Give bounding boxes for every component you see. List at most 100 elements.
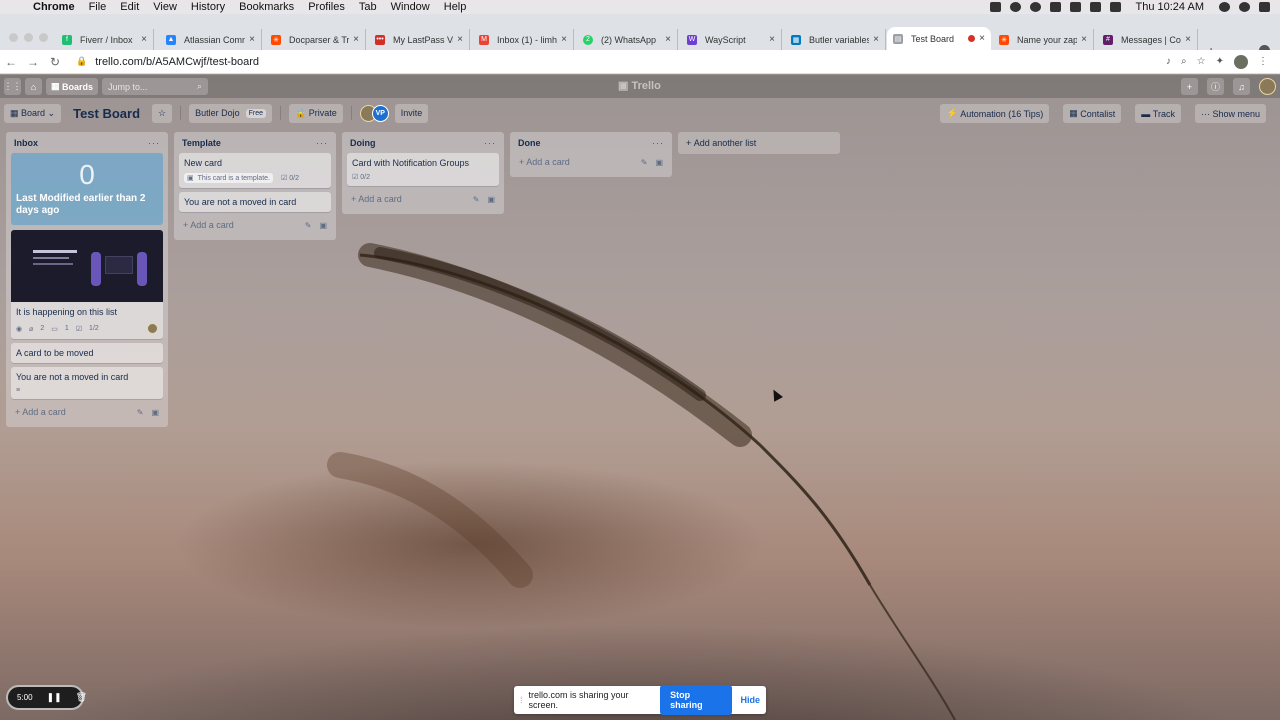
card-with-cover[interactable]: It is happening on this list ◉ ⌀ 2 ▭ 1 ☑ 1/…	[11, 230, 163, 339]
list-header[interactable]: Done ···	[515, 132, 667, 153]
chrome-menu-icon[interactable]: ⋮	[1258, 56, 1268, 67]
workspace-button[interactable]: Butler Dojo Free	[189, 103, 273, 123]
spotlight-icon[interactable]	[1219, 2, 1230, 12]
track-button[interactable]: ▬ Track	[1135, 104, 1181, 123]
tab-butler-variables[interactable]: ▦ Butler variables ×	[785, 29, 886, 50]
control-center-icon[interactable]	[1259, 2, 1270, 12]
menu-tab[interactable]: Tab	[352, 1, 384, 13]
tab-fiverr[interactable]: f Fiverr / Inbox ×	[56, 29, 154, 50]
drag-handle-icon[interactable]: ⁞	[520, 695, 523, 705]
tab-atlassian[interactable]: ▲ Atlassian Comm ×	[160, 29, 262, 50]
add-list-button[interactable]: + Add another list	[678, 132, 840, 154]
close-tab-icon[interactable]: ×	[665, 34, 671, 45]
menu-profiles[interactable]: Profiles	[301, 1, 352, 13]
tab-wayscript[interactable]: W WayScript ×	[681, 29, 782, 50]
counter-card[interactable]: 0 Last Modified earlier than 2 days ago	[11, 153, 163, 225]
list-menu-icon[interactable]: ···	[652, 138, 664, 148]
list-menu-icon[interactable]: ···	[484, 138, 496, 148]
menubar-clock[interactable]: Thu 10:24 AM	[1136, 1, 1205, 13]
list-title[interactable]: Doing	[350, 138, 376, 148]
close-tab-icon[interactable]: ×	[561, 34, 567, 45]
airplay-icon[interactable]	[1069, 2, 1081, 12]
close-tab-icon[interactable]: ×	[1081, 34, 1087, 45]
visibility-button[interactable]: 🔒 Private	[289, 103, 343, 123]
edit-icon[interactable]: ✎	[137, 408, 144, 417]
menu-bookmarks[interactable]: Bookmarks	[232, 1, 301, 13]
close-tab-icon[interactable]: ×	[353, 34, 359, 45]
address-bar[interactable]: 🔒 trello.com/b/A5AMCwjf/test-board	[76, 56, 1166, 68]
list-header[interactable]: Template ···	[179, 132, 331, 153]
template-icon[interactable]: ▣	[655, 158, 663, 167]
wifi-icon[interactable]	[1089, 2, 1101, 12]
minimize-window-button[interactable]	[24, 33, 33, 42]
apps-grid-icon[interactable]: ⋮⋮	[4, 78, 22, 95]
tab-slack-messages[interactable]: # Messages | Con ×	[1097, 29, 1198, 50]
zoom-window-button[interactable]	[39, 33, 48, 42]
list-title[interactable]: Done	[518, 138, 541, 148]
card[interactable]: A card to be moved	[11, 343, 163, 363]
extensions-icon[interactable]: ✦	[1216, 56, 1224, 67]
create-icon[interactable]: +	[1181, 78, 1198, 95]
add-card-button[interactable]: + Add a card ✎ ▣	[179, 216, 331, 234]
tab-name-your-zap[interactable]: ✳ Name your zap ×	[993, 29, 1094, 50]
card[interactable]: You are not a moved in card	[179, 192, 331, 212]
edit-icon[interactable]: ✎	[473, 195, 480, 204]
stop-sharing-button[interactable]: Stop sharing	[660, 685, 733, 715]
camera-icon[interactable]	[989, 2, 1001, 12]
profile-avatar[interactable]	[1234, 54, 1248, 69]
lock-icon[interactable]: 🔒	[76, 56, 87, 67]
trash-icon[interactable]: 🗑	[76, 692, 87, 703]
close-tab-icon[interactable]: ×	[769, 34, 775, 45]
tab-lastpass[interactable]: ••• My LastPass Va ×	[369, 29, 470, 50]
notifications-bell-icon[interactable]: ♫	[1233, 78, 1250, 95]
menu-history[interactable]: History	[184, 1, 232, 13]
brightness-icon[interactable]	[1009, 2, 1021, 12]
back-icon[interactable]: ←	[0, 55, 22, 69]
reload-icon[interactable]: ↻	[44, 55, 66, 69]
close-tab-icon[interactable]: ×	[249, 34, 255, 45]
zoom-icon[interactable]: ⌕	[1181, 56, 1187, 67]
tab-whatsapp[interactable]: 2 (2) WhatsApp ×	[577, 29, 678, 50]
menu-chrome[interactable]: Chrome	[26, 1, 82, 13]
forward-icon[interactable]: →	[22, 55, 44, 69]
board-title[interactable]: Test Board	[69, 106, 144, 121]
vpn-icon[interactable]	[1029, 2, 1041, 12]
close-tab-icon[interactable]: ×	[1185, 34, 1191, 45]
url-text[interactable]: trello.com/b/A5AMCwjf/test-board	[95, 56, 259, 68]
template-icon[interactable]: ▣	[319, 221, 327, 230]
hide-button[interactable]: Hide	[740, 695, 760, 705]
tab-docparser[interactable]: ✳ Docparser & Tre ×	[265, 29, 366, 50]
bookmark-star-icon[interactable]: ☆	[1197, 56, 1206, 67]
invite-button[interactable]: Invite	[394, 103, 429, 123]
tab-gmail[interactable]: M Inbox (1) - limhs ×	[473, 29, 574, 50]
microphone-icon[interactable]: ♪	[1166, 56, 1171, 67]
template-icon[interactable]: ▣	[487, 195, 495, 204]
edit-icon[interactable]: ✎	[641, 158, 648, 167]
card-member-avatar[interactable]	[147, 323, 158, 334]
edit-icon[interactable]: ✎	[305, 221, 312, 230]
automation-button[interactable]: ⚡ Automation (16 Tips)	[940, 104, 1050, 123]
list-menu-icon[interactable]: ···	[316, 138, 328, 148]
trello-logo[interactable]: ▣ Trello	[618, 79, 661, 92]
close-window-button[interactable]	[9, 33, 18, 42]
list-menu-icon[interactable]: ···	[148, 138, 160, 148]
show-menu-button[interactable]: ··· Show menu	[1194, 104, 1266, 123]
list-title[interactable]: Template	[182, 138, 221, 148]
contalist-button[interactable]: ▦ Contalist	[1063, 104, 1122, 123]
close-tab-icon[interactable]: ×	[457, 34, 463, 45]
boards-button[interactable]: ▦ Boards	[46, 78, 99, 95]
pause-icon[interactable]: ❚❚	[47, 692, 62, 703]
menu-help[interactable]: Help	[437, 1, 474, 13]
card[interactable]: Card with Notification Groups ☑ 0/2	[347, 153, 499, 186]
siri-icon[interactable]	[1239, 2, 1250, 12]
bluetooth-icon[interactable]	[1049, 2, 1061, 12]
list-title[interactable]: Inbox	[14, 138, 38, 148]
add-card-button[interactable]: + Add a card ✎ ▣	[347, 190, 499, 208]
menu-view[interactable]: View	[146, 1, 184, 13]
list-header[interactable]: Inbox ···	[11, 132, 163, 153]
add-card-button[interactable]: + Add a card ✎ ▣	[515, 153, 667, 171]
menu-file[interactable]: File	[82, 1, 114, 13]
menu-window[interactable]: Window	[384, 1, 437, 13]
add-card-button[interactable]: + Add a card ✎ ▣	[11, 403, 163, 421]
close-tab-icon[interactable]: ×	[141, 34, 147, 45]
